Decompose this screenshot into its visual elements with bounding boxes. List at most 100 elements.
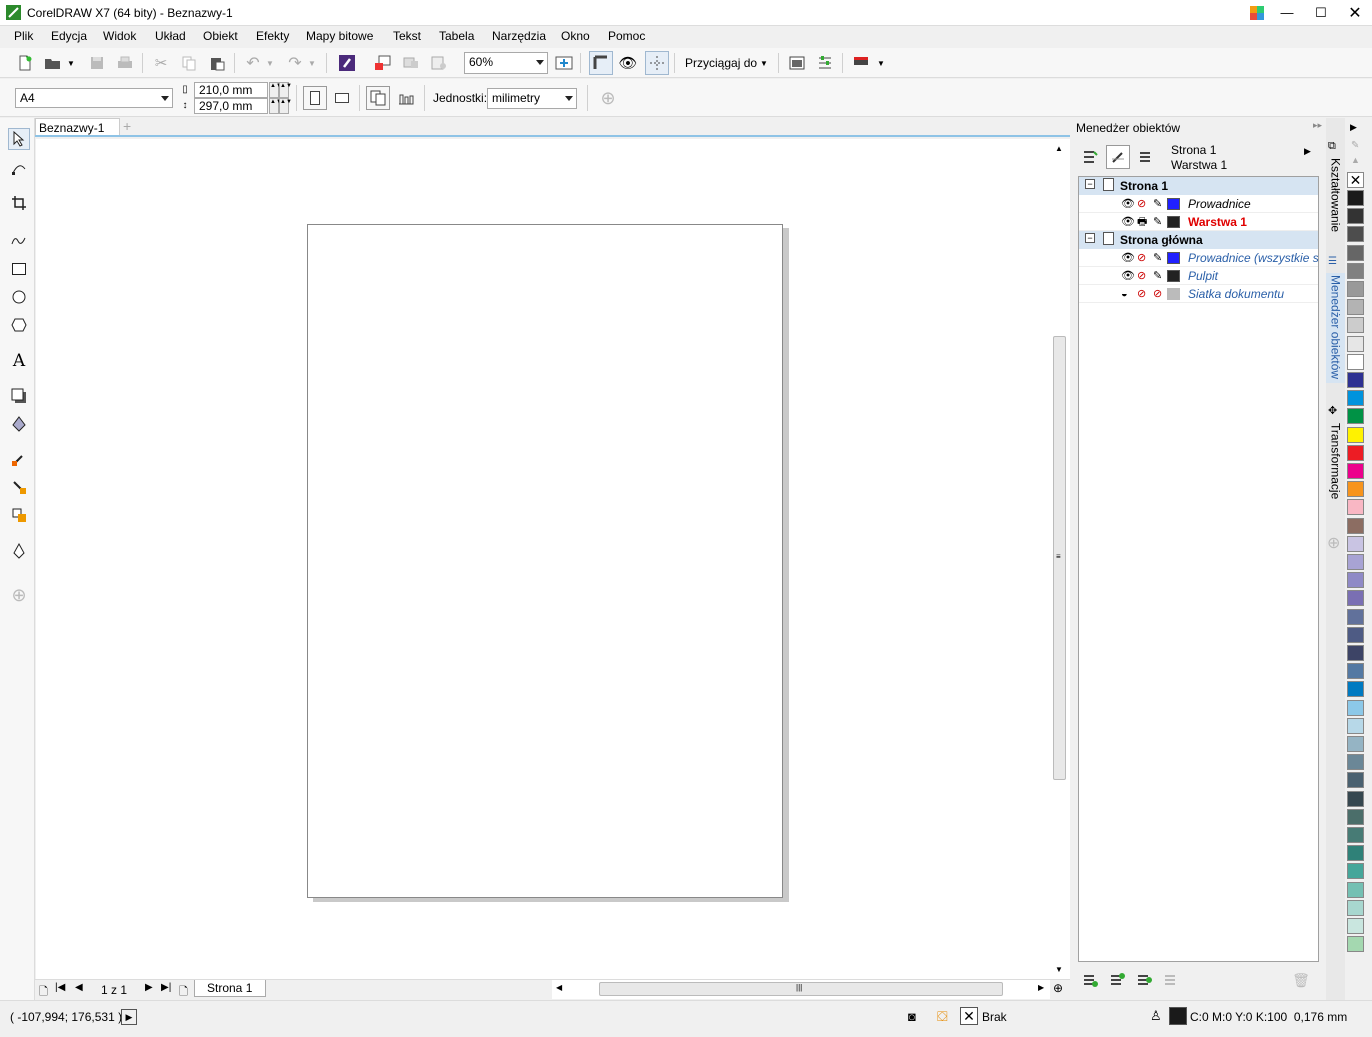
print-disabled-icon[interactable]: ⊘ — [1137, 198, 1146, 210]
width-lock-spinner[interactable]: ▲▼ — [279, 82, 292, 98]
cut-icon[interactable]: ✂ — [150, 52, 172, 74]
palette-swatch[interactable] — [1347, 444, 1364, 461]
corel-connect-icon[interactable] — [1240, 0, 1274, 25]
layer-color-swatch[interactable] — [1167, 270, 1180, 282]
close-button[interactable]: ✕ — [1338, 0, 1372, 25]
palette-swatch[interactable] — [1347, 918, 1364, 934]
vertical-scrollbar[interactable]: ▲ ≡ ▼ — [1050, 139, 1070, 979]
palette-swatch[interactable] — [1347, 572, 1364, 589]
new-master-layer-odd-icon[interactable] — [1160, 969, 1182, 991]
palette-swatch[interactable] — [1347, 408, 1364, 425]
palette-swatch[interactable] — [1347, 535, 1364, 552]
palette-swatch[interactable] — [1347, 226, 1364, 243]
tab-transformacje[interactable]: Transformacje — [1326, 421, 1345, 501]
palette-swatch[interactable] — [1347, 863, 1364, 880]
visibility-eye-icon[interactable]: 👁 — [1121, 198, 1135, 210]
page-width-input[interactable]: 210,0 mm — [194, 82, 268, 98]
rulers-toggle-icon[interactable] — [589, 51, 613, 75]
tree-page-row[interactable]: − Strona główna — [1079, 231, 1318, 249]
edit-pencil-icon[interactable]: ✎ — [1153, 198, 1162, 210]
palette-swatch[interactable] — [1347, 681, 1364, 698]
tree-layer-row[interactable]: 👁 🖶 ✎ Warstwa 1 — [1079, 213, 1318, 231]
interactive-fill-tool-icon[interactable] — [8, 476, 30, 498]
tree-layer-row[interactable]: ◒ ⊘ ⊘ Siatka dokumentu — [1079, 285, 1318, 303]
export-icon[interactable] — [400, 52, 422, 74]
palette-swatch[interactable] — [1347, 262, 1364, 279]
collapse-icon[interactable]: − — [1085, 233, 1095, 243]
application-launcher-icon[interactable] — [850, 52, 872, 74]
palette-swatch[interactable] — [1347, 808, 1364, 825]
layer-color-swatch[interactable] — [1167, 252, 1180, 264]
new-layer-icon[interactable] — [1079, 969, 1101, 991]
scroll-down-icon[interactable]: ▼ — [1055, 965, 1063, 974]
printer-icon[interactable]: 🖶 — [1137, 216, 1147, 228]
portrait-icon[interactable] — [303, 86, 327, 110]
color-proof-icon[interactable]: ◙ — [908, 1009, 916, 1024]
tab-menedzer-obiektow[interactable]: Menedżer obiektów — [1326, 273, 1345, 383]
redo-dropdown-icon[interactable]: ▼ — [305, 52, 319, 74]
palette-swatch[interactable] — [1347, 790, 1364, 807]
tree-layer-row[interactable]: 👁 ⊘ ✎ Pulpit — [1079, 267, 1318, 285]
palette-swatch[interactable] — [1347, 899, 1364, 916]
add-docker-icon[interactable]: ⊕ — [1327, 533, 1340, 553]
search-content-icon[interactable] — [336, 52, 358, 74]
full-screen-preview-icon[interactable] — [553, 52, 575, 74]
paste-icon[interactable] — [206, 52, 228, 74]
outline-color-swatch[interactable] — [1169, 1007, 1187, 1025]
undo-icon[interactable]: ↶ — [242, 52, 264, 74]
new-document-icon[interactable] — [14, 52, 36, 74]
palette-swatch[interactable] — [1347, 772, 1364, 789]
add-tool-icon[interactable]: ⊕ — [8, 584, 30, 606]
tab-ksztaltowanie[interactable]: Kształtowanie — [1326, 156, 1345, 236]
palette-swatch[interactable] — [1347, 608, 1364, 625]
palette-swatch[interactable] — [1347, 699, 1364, 716]
first-page-icon[interactable]: |◀ — [55, 982, 65, 993]
palette-swatch[interactable] — [1347, 590, 1364, 607]
layer-color-swatch[interactable] — [1167, 216, 1180, 228]
palette-scroll-up-icon[interactable]: ▶ — [1350, 122, 1357, 133]
status-play-icon[interactable]: ▶ — [121, 1009, 137, 1025]
height-spinner[interactable]: ▲▼ — [269, 98, 282, 114]
layer-manager-view-icon[interactable] — [1135, 146, 1157, 168]
collapse-icon[interactable]: − — [1085, 179, 1095, 189]
tree-layer-row[interactable]: 👁 ⊘ ✎ Prowadnice (wszystkie st — [1079, 249, 1318, 267]
edit-pencil-icon[interactable]: ✎ — [1153, 216, 1162, 228]
zoom-navigator-icon[interactable]: ⊕ — [1053, 981, 1063, 995]
rectangle-tool-icon[interactable] — [8, 258, 30, 280]
docker-expand-icon[interactable]: ▸▸ — [1313, 120, 1322, 131]
palette-swatch[interactable] — [1347, 463, 1364, 479]
menu-narzedzia[interactable]: Narzędzia — [492, 29, 546, 43]
palette-swatch[interactable] — [1347, 353, 1364, 370]
welcome-screen-icon[interactable] — [786, 52, 808, 74]
open-folder-icon[interactable] — [42, 52, 64, 74]
pick-tool-icon[interactable] — [8, 128, 30, 150]
next-page-icon[interactable]: ▶ — [145, 982, 153, 993]
copy-icon[interactable] — [178, 52, 200, 74]
undo-dropdown-icon[interactable]: ▼ — [263, 52, 277, 74]
last-page-icon[interactable]: ▶| — [161, 982, 171, 993]
print-disabled-icon[interactable]: ⊘ — [1137, 270, 1146, 282]
tree-layer-row[interactable]: 👁 ⊘ ✎ Prowadnice — [1079, 195, 1318, 213]
new-master-layer-all-icon[interactable] — [1133, 969, 1155, 991]
units-select[interactable]: milimetry — [487, 88, 577, 109]
zoom-level-select[interactable]: 60% — [464, 52, 548, 74]
palette-swatch[interactable] — [1347, 190, 1364, 206]
palette-swatch[interactable] — [1347, 299, 1364, 316]
edit-pencil-icon[interactable]: ✎ — [1153, 252, 1162, 264]
print-disabled-icon[interactable]: ⊘ — [1137, 288, 1146, 300]
eyedropper-tool-icon[interactable] — [8, 448, 30, 470]
document-page[interactable] — [307, 224, 783, 898]
redo-icon[interactable]: ↷ — [284, 52, 306, 74]
page-height-input[interactable]: 297,0 mm — [194, 98, 268, 114]
scroll-left-icon[interactable]: ◀ — [556, 983, 562, 992]
no-color-swatch[interactable]: ✕ — [1347, 172, 1364, 188]
palette-swatch[interactable] — [1347, 244, 1364, 261]
edit-disabled-icon[interactable]: ⊘ — [1153, 288, 1162, 300]
all-pages-icon[interactable] — [366, 86, 390, 110]
ellipse-tool-icon[interactable] — [8, 286, 30, 308]
menu-tekst[interactable]: Tekst — [393, 29, 421, 43]
palette-swatch[interactable] — [1347, 208, 1364, 225]
palette-swatch[interactable] — [1347, 481, 1364, 498]
menu-plik[interactable]: Plik — [14, 29, 33, 43]
publish-pdf-icon[interactable] — [428, 52, 450, 74]
